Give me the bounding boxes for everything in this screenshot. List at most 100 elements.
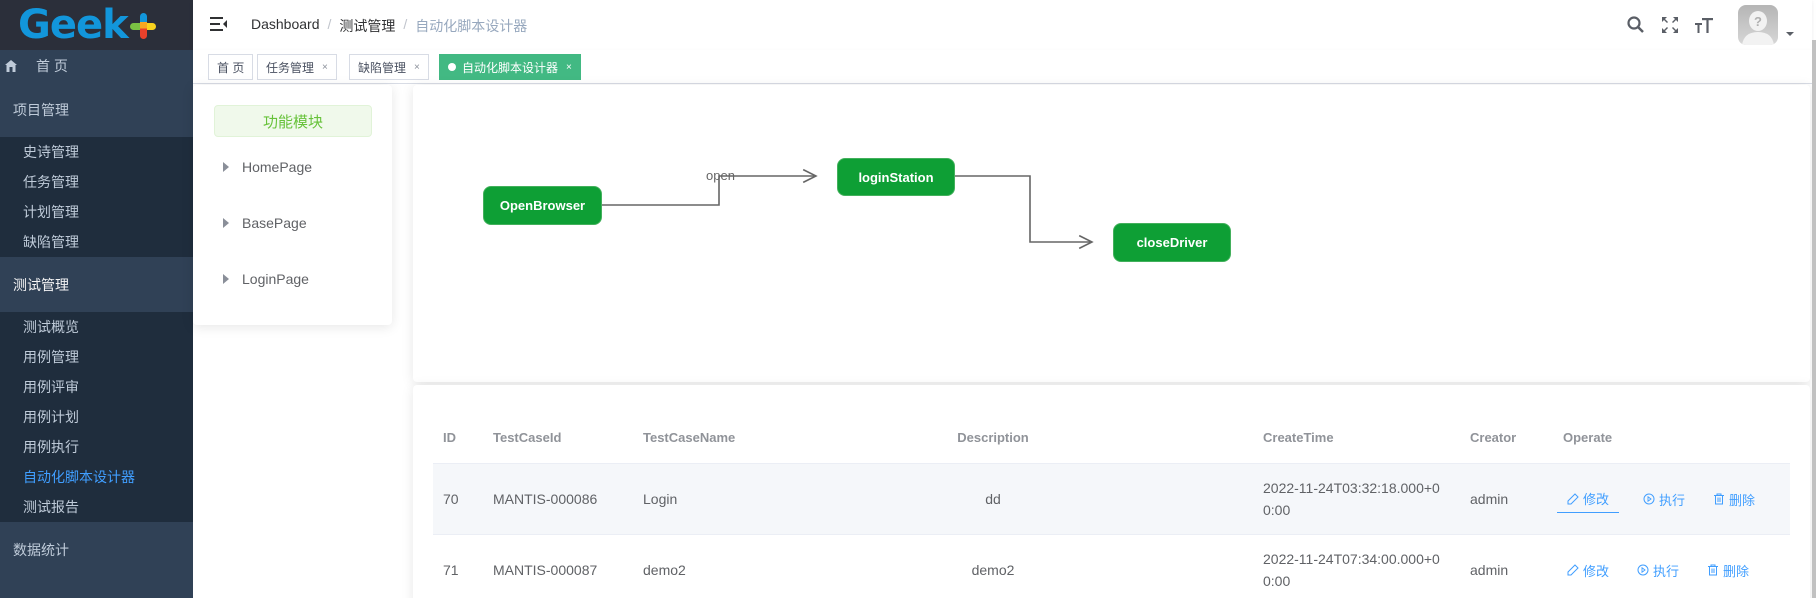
caret-right-icon[interactable]: [223, 274, 229, 284]
tag-label: 自动化脚本设计器: [462, 60, 559, 75]
caret-right-icon[interactable]: [223, 162, 229, 172]
flow-edge-label: open: [706, 168, 735, 183]
column-header-testcaseid[interactable]: TestCaseId: [493, 430, 561, 445]
cell-operate: 修改 执行 删除: [1557, 485, 1779, 513]
sidebar-item-test-overview[interactable]: 测试概览: [0, 312, 193, 342]
logo[interactable]: Geek: [0, 0, 193, 50]
caret-right-icon[interactable]: [223, 218, 229, 228]
table-row[interactable]: 71 MANTIS-000087 demo2 demo2 2022-11-24T…: [433, 535, 1790, 598]
edit-button[interactable]: 修改: [1557, 485, 1620, 513]
column-header-description[interactable]: Description: [913, 430, 1073, 445]
fullscreen-icon[interactable]: [1660, 15, 1680, 35]
play-circle-icon: [1637, 564, 1649, 576]
navbar-right: ?: [1626, 0, 1812, 50]
tag-label: 任务管理: [266, 60, 315, 75]
tag-script-designer[interactable]: 自动化脚本设计器 ×: [439, 54, 581, 80]
flow-node-openbrowser[interactable]: OpenBrowser: [483, 186, 602, 225]
sidebar-item-label: 首 页: [36, 58, 68, 74]
createtime-line2: 0:00: [1263, 502, 1291, 518]
hamburger-icon[interactable]: [210, 16, 228, 32]
test-case-table: ID TestCaseId TestCaseName Description C…: [433, 412, 1790, 598]
flow-edges: [602, 85, 1810, 382]
close-icon[interactable]: ×: [566, 62, 572, 73]
table-header: ID TestCaseId TestCaseName Description C…: [433, 412, 1790, 464]
delete-label: 删除: [1723, 563, 1750, 579]
logo-plus-icon: [129, 13, 156, 39]
breadcrumb-item-current: 自动化脚本设计器: [415, 18, 528, 34]
flow-node-closedriver[interactable]: closeDriver: [1113, 223, 1231, 262]
search-icon[interactable]: [1626, 15, 1646, 35]
page-scrollbar[interactable]: [1812, 40, 1816, 598]
column-header-id[interactable]: ID: [443, 430, 456, 445]
avatar[interactable]: ?: [1738, 5, 1778, 45]
main-content: 功能模块 HomePage BasePage LoginPage open Op…: [193, 84, 1812, 598]
breadcrumb-separator: /: [327, 16, 332, 32]
cell-testcaseid: MANTIS-000087: [493, 562, 598, 578]
flow-edge-login-close[interactable]: [955, 175, 1092, 242]
sidebar-group-label: 数据统计: [13, 541, 69, 558]
sidebar-item-script-designer[interactable]: 自动化脚本设计器: [0, 462, 193, 492]
tags-view: 首 页 任务管理 × 缺陷管理 × 自动化脚本设计器 ×: [193, 50, 1812, 84]
run-button[interactable]: 执行: [1633, 557, 1683, 584]
tree-node-loginpage[interactable]: LoginPage: [223, 269, 309, 289]
sidebar-item-task[interactable]: 任务管理: [0, 167, 193, 197]
cell-creator: admin: [1470, 491, 1509, 507]
cell-testcaseid: MANTIS-000086: [493, 491, 598, 507]
cell-description: demo2: [971, 562, 1015, 578]
column-header-testcasename[interactable]: TestCaseName: [643, 430, 735, 445]
table-row[interactable]: 70 MANTIS-000086 Login dd 2022-11-24T03:…: [433, 464, 1790, 535]
test-case-table-card: ID TestCaseId TestCaseName Description C…: [413, 385, 1810, 598]
caret-down-icon[interactable]: [1786, 32, 1794, 36]
module-panel-title: 功能模块: [214, 105, 372, 137]
flow-canvas[interactable]: open OpenBrowser loginStation closeDrive…: [413, 85, 1810, 382]
edit-label: 修改: [1583, 563, 1610, 579]
edit-icon: [1567, 492, 1579, 504]
edit-button[interactable]: 修改: [1563, 557, 1613, 584]
createtime-line2: 0:00: [1263, 573, 1291, 589]
breadcrumb-separator: /: [403, 16, 408, 32]
close-icon[interactable]: ×: [414, 62, 420, 73]
trash-icon: [1708, 564, 1719, 576]
sidebar-item-plan[interactable]: 计划管理: [0, 197, 193, 227]
sidebar-item-defect[interactable]: 缺陷管理: [0, 227, 193, 257]
column-header-creator[interactable]: Creator: [1470, 430, 1516, 445]
breadcrumb: Dashboard / 测试管理 / 自动化脚本设计器: [251, 16, 527, 36]
delete-button[interactable]: 删除: [1703, 557, 1753, 584]
tree-node-homepage[interactable]: HomePage: [223, 157, 312, 177]
run-button[interactable]: 执行: [1639, 485, 1689, 513]
app: Geek 首 页 项目管理 史诗管理 任务管理 计划管理 缺陷管理 测试管理 测…: [0, 0, 1816, 598]
cell-createtime: 2022-11-24T03:32:18.000+0 0:00: [1263, 477, 1443, 521]
sidebar-item-home[interactable]: 首 页: [0, 50, 193, 82]
sidebar-item-case-management[interactable]: 用例管理: [0, 342, 193, 372]
tree-node-label: HomePage: [242, 159, 313, 175]
delete-button[interactable]: 删除: [1709, 485, 1759, 513]
edit-icon: [1567, 564, 1579, 576]
font-size-icon[interactable]: [1694, 15, 1714, 35]
breadcrumb-item-test-management[interactable]: 测试管理: [339, 16, 395, 36]
cell-testcasename: Login: [643, 491, 678, 507]
flow-node-loginstation[interactable]: loginStation: [837, 158, 955, 196]
tree-node-basepage[interactable]: BasePage: [223, 213, 307, 233]
sidebar-item-epic[interactable]: 史诗管理: [0, 137, 193, 167]
column-header-operate[interactable]: Operate: [1563, 430, 1612, 445]
sidebar-group-project[interactable]: 项目管理: [0, 82, 193, 137]
cell-id: 70: [443, 491, 459, 507]
sidebar-item-case-execution[interactable]: 用例执行: [0, 432, 193, 462]
sidebar-group-statistics[interactable]: 数据统计: [0, 522, 193, 577]
createtime-line1: 2022-11-24T03:32:18.000+0: [1263, 480, 1440, 496]
sidebar-group-test[interactable]: 测试管理: [0, 257, 193, 312]
sidebar-item-case-plan[interactable]: 用例计划: [0, 402, 193, 432]
tag-defect-management[interactable]: 缺陷管理 ×: [349, 54, 429, 80]
breadcrumb-item-dashboard[interactable]: Dashboard: [251, 16, 320, 36]
tag-label: 缺陷管理: [358, 60, 407, 75]
sidebar-item-test-report[interactable]: 测试报告: [0, 492, 193, 522]
tag-label: 首 页: [217, 60, 245, 75]
sidebar-item-case-review[interactable]: 用例评审: [0, 372, 193, 402]
run-label: 执行: [1653, 563, 1680, 579]
cell-id: 71: [443, 562, 459, 578]
column-header-createtime[interactable]: CreateTime: [1263, 427, 1443, 449]
edit-label: 修改: [1583, 492, 1610, 507]
close-icon[interactable]: ×: [322, 62, 328, 73]
tag-task-management[interactable]: 任务管理 ×: [257, 54, 337, 80]
tag-home[interactable]: 首 页: [208, 54, 254, 80]
